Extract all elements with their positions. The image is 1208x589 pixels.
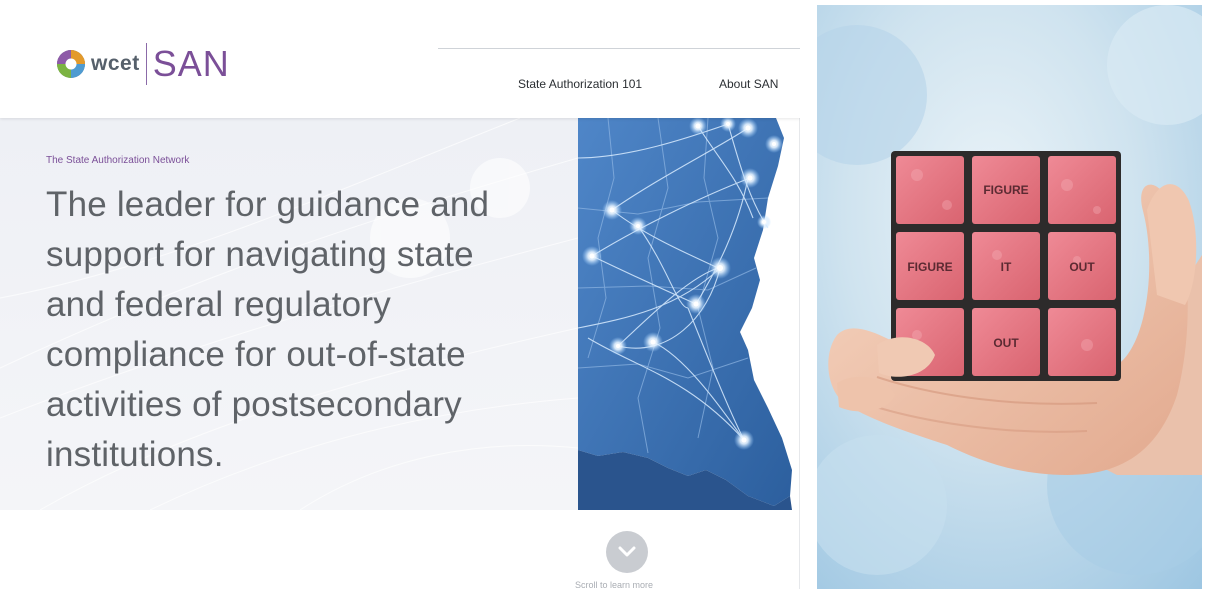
headline-line: institutions.	[46, 435, 224, 474]
wcet-san-logo[interactable]: wcet SAN	[56, 40, 230, 88]
page: The State Authorization Network The lead…	[0, 0, 1208, 589]
headline-line: The leader for guidance and	[46, 185, 490, 224]
cube-text-out-right: OUT	[1069, 260, 1095, 274]
logo-wcet-text: wcet	[91, 52, 140, 75]
nav-link-about-san[interactable]: About SAN	[719, 77, 778, 91]
logo-divider	[145, 43, 147, 85]
headline-line: and federal regulatory	[46, 285, 391, 324]
site-header: wcet SAN State Authorization 101 About S…	[0, 0, 800, 118]
cube-text-figure-top: FIGURE	[983, 183, 1028, 197]
header-divider-line	[438, 48, 800, 49]
scroll-down-button[interactable]	[606, 531, 648, 573]
logo-san-text: SAN	[152, 43, 230, 84]
globe-logo-icon	[57, 50, 85, 78]
hero-kicker: The State Authorization Network	[46, 155, 190, 166]
cube-text-it: IT	[1001, 260, 1012, 274]
cube-text-figure-left: FIGURE	[907, 260, 952, 274]
cube-text-out-bottom: OUT	[993, 336, 1019, 350]
hand-holding-cube-image: FIGURE FIGURE IT OUT OUT	[817, 5, 1202, 589]
website-screenshot: The State Authorization Network The lead…	[0, 0, 800, 589]
headline-line: support for navigating state	[46, 235, 474, 274]
chevron-down-icon	[618, 546, 636, 557]
scroll-hint-text: Scroll to learn more	[575, 580, 654, 589]
nav-link-state-authorization-101[interactable]: State Authorization 101	[518, 77, 642, 91]
us-map-network-image	[577, 118, 800, 510]
hero-section: The State Authorization Network The lead…	[0, 118, 800, 510]
below-hero-area	[0, 510, 800, 589]
headline-line: activities of postsecondary	[46, 385, 462, 424]
hero-headline: The leader for guidance and support for …	[46, 180, 546, 480]
headline-line: compliance for out-of-state	[46, 335, 466, 374]
hero-text-panel: The State Authorization Network The lead…	[0, 118, 578, 510]
